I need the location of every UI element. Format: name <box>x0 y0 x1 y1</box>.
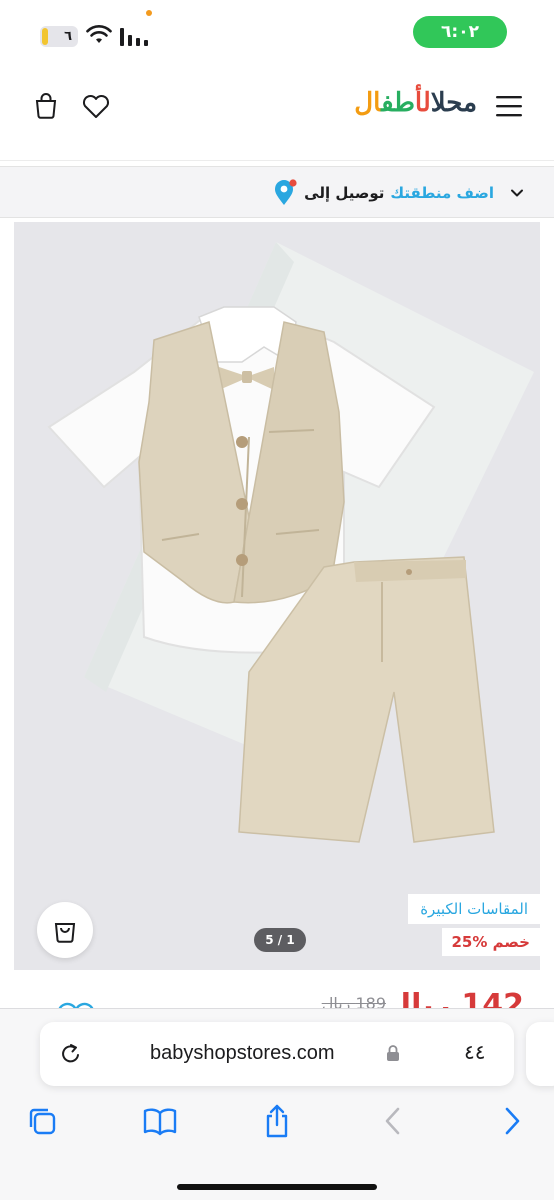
share-button[interactable] <box>259 1103 295 1139</box>
site-logo[interactable]: محلالأطفال <box>335 88 477 128</box>
back-arrow-icon <box>385 1107 400 1135</box>
discount-badge: 25% خصم <box>441 928 540 956</box>
forward-arrow-icon <box>505 1107 520 1135</box>
bookmarks-button[interactable] <box>142 1103 178 1139</box>
delivery-location-bar[interactable]: توصيل إلى اضف منطقتك <box>0 166 554 218</box>
text-size-button[interactable]: ٤٤ <box>464 1040 485 1064</box>
forward-button[interactable] <box>494 1103 530 1139</box>
cart-icon[interactable] <box>30 90 62 122</box>
logo-part: الأ <box>414 88 431 118</box>
bookmarks-icon <box>143 1108 177 1136</box>
wifi-icon <box>86 25 112 43</box>
logo-part: محل <box>430 88 478 118</box>
image-pager: 5 / 1 <box>254 928 306 952</box>
header-divider <box>0 160 554 161</box>
browser-toolbar: babyshopstores.com ٤٤ <box>0 1008 554 1200</box>
battery-level: ٦ <box>64 29 72 44</box>
add-region-link[interactable]: اضف منطقتك <box>390 184 494 202</box>
product-image-gallery[interactable]: المقاسات الكبيرة 25% خصم 5 / 1 <box>14 222 540 970</box>
large-sizes-badge: المقاسات الكبيرة <box>408 894 540 924</box>
heart-icon[interactable] <box>80 90 112 122</box>
clock: ٦:٠٢ <box>413 16 507 48</box>
shopping-bag-icon <box>54 923 76 943</box>
product-photo <box>47 242 534 843</box>
quick-add-to-cart-button[interactable] <box>37 902 93 958</box>
delivery-row: توصيل إلى اضف منطقتك <box>272 179 524 207</box>
site-header: محلالأطفال <box>0 76 554 138</box>
menu-icon[interactable] <box>494 92 524 120</box>
location-pin-icon <box>275 179 297 205</box>
url-text: babyshopstores.com <box>150 1042 335 1064</box>
share-icon <box>266 1104 288 1138</box>
delivery-label: توصيل إلى <box>304 184 385 202</box>
reload-icon[interactable] <box>60 1042 82 1066</box>
battery-fill <box>42 28 48 45</box>
logo-part: ال <box>354 88 382 118</box>
battery-icon: ٦ <box>40 26 78 47</box>
home-indicator <box>177 1184 377 1190</box>
lock-icon <box>387 1045 399 1061</box>
tabs-icon <box>29 1108 56 1135</box>
tabs-button[interactable] <box>24 1103 60 1139</box>
back-button[interactable] <box>375 1103 411 1139</box>
chevron-down-icon <box>511 189 523 197</box>
adjacent-tab-preview[interactable] <box>526 1022 554 1086</box>
logo-part: طف <box>381 88 415 118</box>
signal-icon <box>120 28 148 46</box>
status-bar: ٦ ٦:٠٢ <box>0 0 554 70</box>
address-bar[interactable]: babyshopstores.com ٤٤ <box>40 1022 514 1086</box>
privacy-indicator-dot <box>146 10 152 16</box>
